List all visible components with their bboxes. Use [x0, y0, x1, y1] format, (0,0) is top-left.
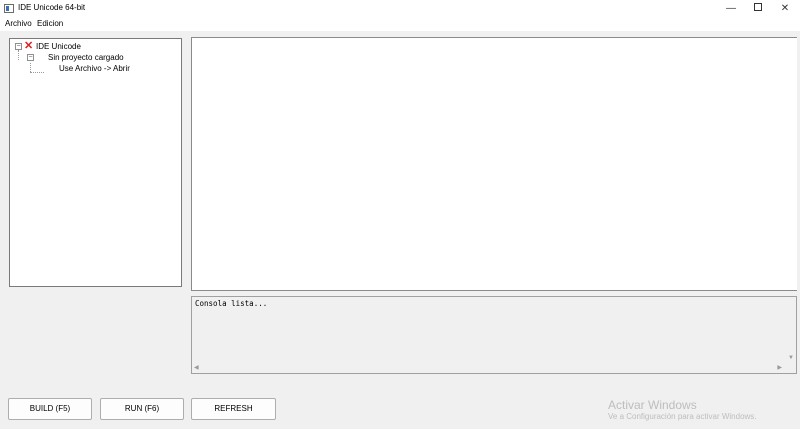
console-output[interactable]: Consola lista... ▼ ◀ ▶ [191, 296, 797, 374]
run-button[interactable]: RUN (F6) [100, 398, 184, 420]
project-tree[interactable]: − ✕ IDE Unicode − Sin proyecto cargado U… [9, 38, 182, 287]
app-window-icon [4, 4, 14, 13]
scroll-right-arrow[interactable]: ▶ [777, 364, 782, 371]
close-button[interactable]: ✕ [772, 0, 798, 17]
title-bar: IDE Unicode 64-bit — ✕ [0, 0, 800, 18]
tree-connector [30, 63, 31, 72]
x-icon: ✕ [24, 40, 34, 52]
scroll-left-arrow[interactable]: ◀ [194, 364, 199, 371]
menu-edicion[interactable]: Edicion [37, 19, 63, 28]
activation-watermark-title: Activar Windows [608, 398, 697, 412]
menu-bar: Archivo Edicion [0, 17, 800, 31]
scroll-down-arrow[interactable]: ▼ [788, 355, 794, 361]
tree-connector [18, 50, 19, 60]
tree-node-root[interactable]: IDE Unicode [36, 42, 81, 51]
minimize-button[interactable]: — [718, 0, 744, 17]
tree-node-project[interactable]: Sin proyecto cargado [48, 53, 124, 62]
tree-node-hint[interactable]: Use Archivo -> Abrir [59, 64, 130, 73]
refresh-button[interactable]: REFRESH [191, 398, 276, 420]
window-title: IDE Unicode 64-bit [18, 3, 86, 12]
activation-watermark-subtitle: Ve a Configuración para activar Windows. [608, 412, 757, 421]
collapse-child-icon[interactable]: − [27, 54, 34, 61]
build-button[interactable]: BUILD (F5) [8, 398, 92, 420]
maximize-icon [754, 3, 762, 12]
console-text: Consola lista... [195, 299, 268, 308]
menu-archivo[interactable]: Archivo [5, 19, 32, 28]
maximize-button[interactable] [745, 0, 771, 17]
tree-connector [30, 72, 44, 73]
collapse-root-icon[interactable]: − [15, 43, 22, 50]
code-editor[interactable] [191, 37, 797, 291]
